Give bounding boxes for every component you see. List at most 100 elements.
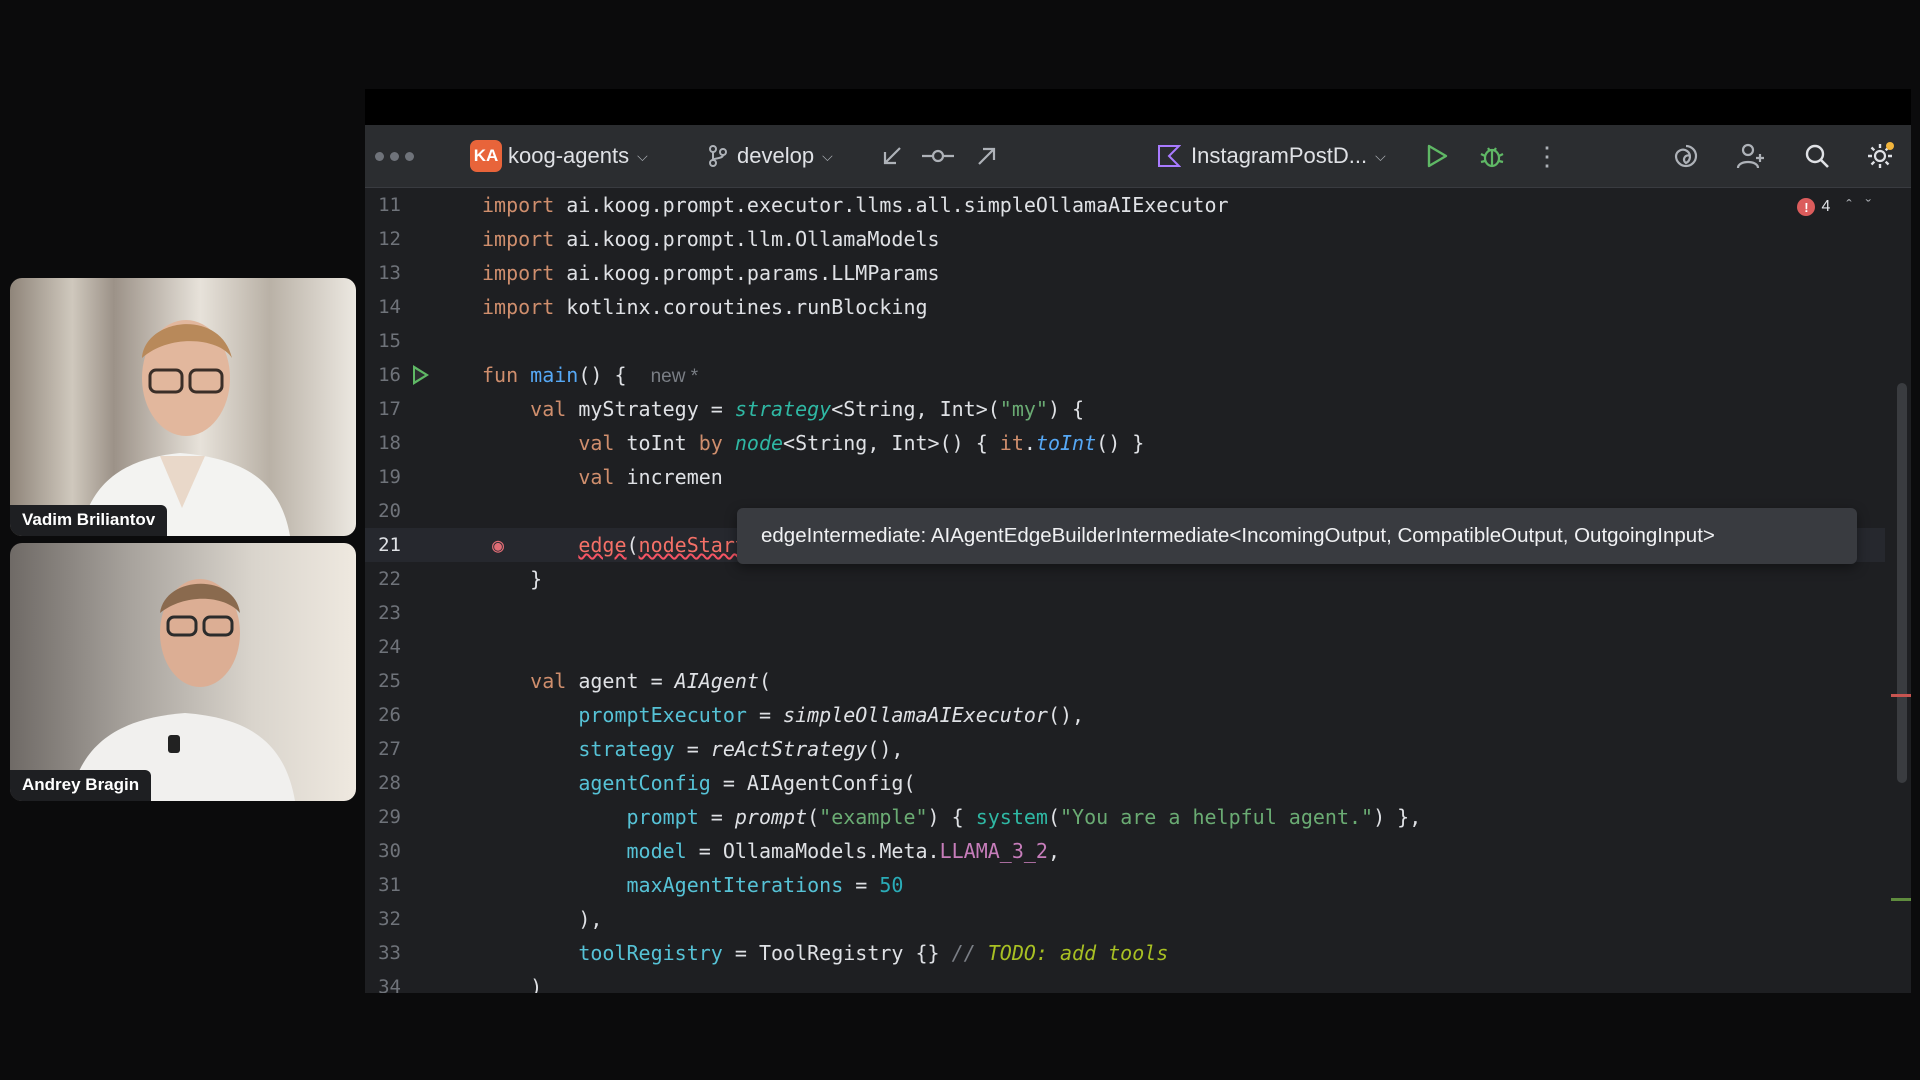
code-text: ) — [530, 975, 543, 993]
vertical-scrollbar[interactable] — [1897, 383, 1907, 783]
code-text: myStrategy = — [578, 397, 735, 421]
code-line[interactable]: 22 } — [365, 562, 1885, 596]
line-number: 32 — [378, 908, 401, 930]
code-line[interactable]: 30 model = OllamaModels.Meta.LLAMA_3_2, — [365, 834, 1885, 868]
code-line[interactable]: 13 import ai.koog.prompt.params.LLMParam… — [365, 256, 1885, 290]
code-text: (), — [1047, 703, 1085, 727]
commit-button[interactable] — [918, 125, 958, 187]
code-line[interactable]: 29 prompt = prompt("example") { system("… — [365, 800, 1885, 834]
code-text: = — [674, 737, 711, 761]
code-text: } — [530, 567, 543, 591]
code-text: ) { — [1047, 397, 1085, 421]
code-line[interactable]: 27 strategy = reActStrategy(), — [365, 732, 1885, 766]
code-line[interactable]: 17 val myStrategy = strategy<String, Int… — [365, 392, 1885, 426]
keyword: val — [578, 465, 627, 489]
branch-name: develop — [737, 143, 815, 168]
more-actions-icon[interactable]: ⋮ — [1527, 125, 1567, 187]
code-text: incremen — [626, 465, 723, 489]
line-number: 17 — [378, 398, 401, 420]
keyword: import — [482, 227, 555, 251]
update-project-button[interactable] — [872, 125, 912, 187]
bug-icon — [1480, 147, 1504, 168]
line-number: 30 — [378, 840, 401, 862]
participant-video-andrey — [70, 579, 295, 801]
run-gutter-icon[interactable] — [413, 365, 429, 385]
named-argument: toolRegistry — [578, 941, 723, 965]
line-number: 23 — [378, 602, 401, 624]
add-user-icon — [1736, 143, 1764, 169]
code-line[interactable]: 26 promptExecutor = simpleOllamaAIExecut… — [365, 698, 1885, 732]
code-line[interactable]: 32 ), — [365, 902, 1885, 936]
ai-assistant-button[interactable] — [1666, 125, 1706, 187]
branch-selector[interactable]: develop ⌵ — [707, 125, 833, 187]
code-text: ( — [758, 669, 772, 693]
code-line[interactable]: 14 import kotlinx.coroutines.runBlocking — [365, 290, 1885, 324]
code-line[interactable]: 12 import ai.koog.prompt.llm.OllamaModel… — [365, 222, 1885, 256]
code-line[interactable]: 25 val agent = AIAgent( — [365, 664, 1885, 698]
code-line[interactable]: 16 fun main() { new * — [365, 358, 1885, 392]
line-number: 20 — [378, 500, 401, 522]
line-number: 25 — [378, 670, 401, 692]
run-button[interactable] — [1417, 125, 1457, 187]
code-text: <String, Int>() { — [783, 431, 1000, 455]
code-text: = ToolRegistry {} — [722, 941, 952, 965]
named-argument: promptExecutor — [578, 703, 747, 727]
code-line[interactable]: 33 toolRegistry = ToolRegistry {} // TOD… — [365, 936, 1885, 970]
project-badge: KA — [470, 140, 502, 172]
function-call: strategy — [734, 397, 832, 421]
code-line[interactable]: 31 maxAgentIterations = 50 — [365, 868, 1885, 902]
line-number: 22 — [378, 568, 401, 590]
function-call: edge — [578, 533, 627, 557]
error-stripe-marker[interactable] — [1891, 694, 1911, 697]
named-argument: model — [626, 839, 687, 863]
line-number: 34 — [378, 976, 401, 993]
code-with-me-button[interactable] — [1731, 125, 1771, 187]
change-stripe-marker[interactable] — [1891, 898, 1911, 901]
settings-button[interactable] — [1860, 125, 1900, 187]
git-branch-icon — [709, 145, 727, 167]
ide-window: KA koog-agents ⌵ develop ⌵ InstagramPost… — [365, 125, 1911, 993]
code-text: agent = — [578, 669, 675, 693]
function-call: prompt — [734, 805, 808, 829]
line-number: 18 — [378, 432, 401, 454]
function-call: reActStrategy — [710, 737, 868, 761]
function-call: toInt — [1035, 431, 1097, 455]
string-literal: "You are a helpful agent." — [1060, 805, 1374, 829]
push-button[interactable] — [967, 125, 1007, 187]
code-text: ( — [626, 533, 639, 557]
code-line[interactable]: 23 — [365, 596, 1885, 630]
project-selector[interactable]: KA koog-agents ⌵ — [470, 125, 648, 187]
line-number: 16 — [378, 364, 401, 386]
line-number: 28 — [378, 772, 401, 794]
line-number: 27 — [378, 738, 401, 760]
search-icon — [1805, 144, 1829, 168]
participant-name-tag: Andrey Bragin — [10, 770, 152, 801]
import-path: kotlinx.coroutines.runBlocking — [554, 295, 928, 319]
debug-button[interactable] — [1472, 125, 1512, 187]
code-line[interactable]: 28 agentConfig = AIAgentConfig( — [365, 766, 1885, 800]
search-button[interactable] — [1797, 125, 1837, 187]
code-text: toInt — [626, 431, 699, 455]
line-number: 14 — [378, 296, 401, 318]
code-line[interactable]: 18 val toInt by node<String, Int>() { it… — [365, 426, 1885, 460]
keyword: val — [530, 397, 579, 421]
window-menu-dots[interactable] — [375, 125, 414, 187]
code-line[interactable]: 24 — [365, 630, 1885, 664]
chevron-down-icon: ⌵ — [637, 147, 648, 164]
number-literal: 50 — [879, 873, 904, 897]
code-editor[interactable]: ! 4 ˆ ˇ 11 import ai.koog.prompt.executo… — [365, 188, 1911, 993]
function-name: main — [530, 362, 579, 387]
named-argument: agentConfig — [578, 771, 711, 795]
code-line[interactable]: 19 val incremen — [365, 460, 1885, 494]
code-text: = — [698, 805, 735, 829]
function-call: node — [734, 431, 784, 455]
window-title-bar — [365, 89, 1911, 125]
run-config-selector[interactable]: InstagramPostD... ⌵ — [1157, 125, 1386, 187]
code-line[interactable]: 15 — [365, 324, 1885, 358]
code-line[interactable]: 34 ) — [365, 970, 1885, 993]
keyword: import — [482, 295, 555, 319]
line-number: 15 — [378, 330, 401, 352]
code-text: ) { — [927, 805, 976, 829]
code-line[interactable]: 11 import ai.koog.prompt.executor.llms.a… — [365, 188, 1885, 222]
code-vision-hint[interactable]: new * — [651, 366, 699, 387]
